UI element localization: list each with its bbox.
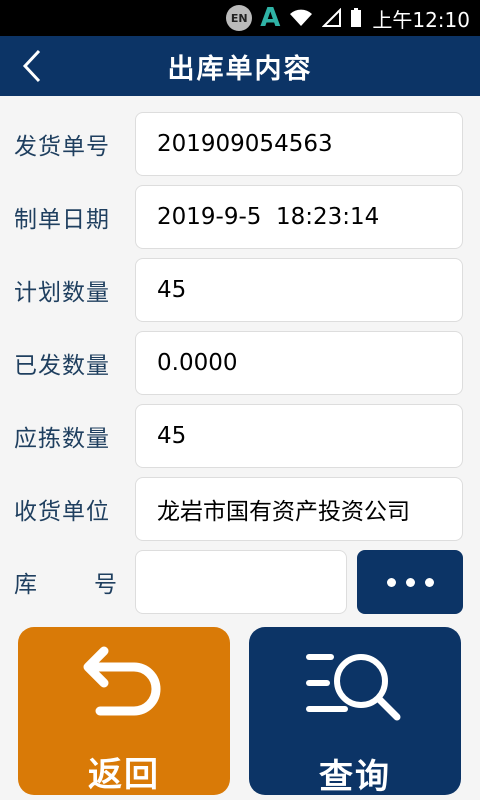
warehouse-picker-button[interactable] xyxy=(357,550,463,614)
more-dots-icon xyxy=(405,577,415,587)
signal-icon xyxy=(322,8,342,28)
chevron-left-icon xyxy=(22,49,41,83)
shipped-qty-field[interactable]: 0.0000 xyxy=(135,331,463,395)
form-row-planned-qty: 计划数量 45 xyxy=(0,258,480,322)
warehouse-label: 库 号 xyxy=(14,550,118,614)
query-button[interactable]: 查询 xyxy=(249,627,461,797)
wifi-icon xyxy=(288,8,314,28)
field-label: 收货单位 xyxy=(14,499,110,525)
pick-qty-field[interactable]: 45 xyxy=(135,404,463,468)
field-label: 应拣数量 xyxy=(14,426,110,452)
form-row-receiver: 收货单位 龙岩市国有资产投资公司 xyxy=(0,477,480,541)
back-button[interactable]: 返回 xyxy=(18,627,230,795)
battery-icon xyxy=(350,8,362,28)
back-arrow-button[interactable] xyxy=(8,36,56,96)
search-list-icon xyxy=(305,645,405,725)
ime-indicator: EN xyxy=(226,5,253,31)
form-row-pick-qty: 应拣数量 45 xyxy=(0,404,480,468)
page-title: 出库单内容 xyxy=(167,53,313,85)
clock: 上午12:10 xyxy=(372,7,470,32)
form-row-created-date: 制单日期 2019-9-5 18:23:14 xyxy=(0,185,480,249)
input-app-icon: A xyxy=(260,3,281,33)
warehouse-input[interactable] xyxy=(135,550,347,614)
planned-qty-field[interactable]: 45 xyxy=(135,258,463,322)
form-row-shipment-no: 发货单号 201909054563 xyxy=(0,112,480,176)
field-label: 制单日期 xyxy=(14,207,110,233)
back-button-label: 返回 xyxy=(88,755,160,795)
field-label: 计划数量 xyxy=(14,280,110,306)
status-bar: EN A 上午12:10 xyxy=(0,0,480,36)
more-dots-icon xyxy=(424,577,434,587)
receiver-field[interactable]: 龙岩市国有资产投资公司 xyxy=(135,477,463,541)
field-label: 发货单号 xyxy=(14,134,110,160)
more-dots-icon xyxy=(386,577,396,587)
query-button-label: 查询 xyxy=(319,757,391,797)
warehouse-label-left: 库 xyxy=(14,572,38,598)
warehouse-label-right: 号 xyxy=(94,572,118,598)
form-row-warehouse: 库 号 xyxy=(0,550,480,614)
created-date-field[interactable]: 2019-9-5 18:23:14 xyxy=(135,185,463,249)
form-row-shipped-qty: 已发数量 0.0000 xyxy=(0,331,480,395)
field-label: 已发数量 xyxy=(14,353,110,379)
shipment-no-field[interactable]: 201909054563 xyxy=(135,112,463,176)
return-arrow-icon xyxy=(82,645,166,723)
app-header: 出库单内容 xyxy=(0,36,480,96)
